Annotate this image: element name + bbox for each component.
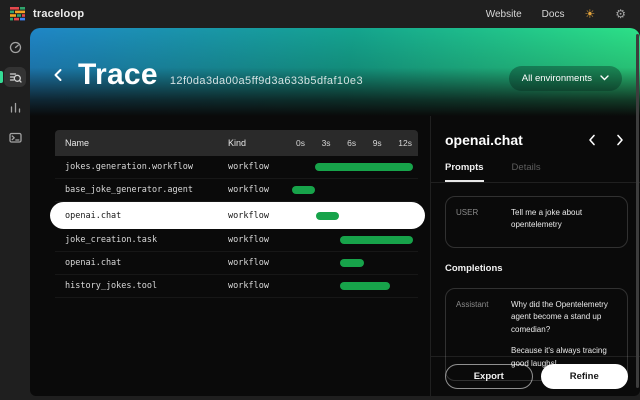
span-name: history_jokes.tool [55,281,228,291]
span-name: openai.chat [55,211,228,221]
environment-selector-label: All environments [522,73,592,84]
tab-prompts[interactable]: Prompts [445,162,484,182]
detail-tabs: Prompts Details [445,162,628,182]
span-kind: workflow [228,235,290,245]
chevron-left-icon [52,67,64,83]
detail-footer: Export Refine [431,356,640,396]
detail-panel: openai.chat Prompts Details USER T [430,116,640,396]
chevron-down-icon [600,75,609,81]
completion-line: Why did the Opentelemetry agent become a… [511,299,617,336]
sun-icon[interactable]: ☀ [584,8,595,20]
export-button[interactable]: Export [445,364,533,389]
span-kind: workflow [228,258,290,268]
next-span-button[interactable] [616,134,624,146]
table-header: Name Kind 0s 3s 6s 9s 12s [55,130,418,156]
table-row[interactable]: base_joke_generator.agent workflow [55,179,418,202]
environment-selector[interactable]: All environments [509,66,622,91]
table-row[interactable]: jokes.generation.workflow workflow [55,156,418,179]
tick-label: 9s [373,138,382,148]
sidebar-item-metrics[interactable] [4,97,26,117]
span-name: joke_creation.task [55,235,228,245]
brand-name: traceloop [33,8,84,20]
main-surface: Trace 12f0da3da00a5ff9d3a633b5dfaf10e3 A… [30,28,640,396]
span-name: openai.chat [55,258,228,268]
back-button[interactable] [52,67,64,83]
span-kind: workflow [228,281,290,291]
scrollbar[interactable] [636,34,639,388]
sidebar-item-traces[interactable] [4,67,26,87]
span-kind: workflow [228,185,290,195]
topbar: traceloop Website Docs ☀ ⚙ [0,0,640,28]
refine-button[interactable]: Refine [541,364,629,389]
table-row[interactable]: history_jokes.tool workflow [55,275,418,298]
docs-link[interactable]: Docs [542,9,565,20]
span-kind: workflow [228,211,290,221]
traceloop-logo-icon [10,7,26,21]
duration-bar [340,259,364,267]
tick-label: 0s [296,138,305,148]
completions-heading: Completions [445,263,628,274]
trace-id: 12f0da3da00a5ff9d3a633b5dfaf10e3 [170,75,363,87]
gauge-icon [9,41,22,54]
detail-title: openai.chat [445,132,523,148]
tick-label: 6s [347,138,356,148]
span-kind: workflow [228,162,290,172]
duration-bar [316,212,339,220]
duration-bar [340,236,413,244]
website-link[interactable]: Website [486,9,522,20]
chevron-right-icon [616,134,624,146]
span-name: jokes.generation.workflow [55,162,228,172]
tab-details[interactable]: Details [512,162,541,182]
span-table: Name Kind 0s 3s 6s 9s 12s jokes.generati… [55,130,418,298]
sidebar [0,28,30,400]
trace-search-icon [9,71,22,84]
tick-label: 3s [322,138,331,148]
span-name: base_joke_generator.agent [55,185,228,195]
tick-label: 12s [398,138,412,148]
chevron-left-icon [588,134,596,146]
brand[interactable]: traceloop [10,7,84,21]
active-indicator [0,71,3,83]
column-header-name: Name [55,138,228,148]
bar-chart-icon [9,101,22,114]
table-row[interactable]: joke_creation.task workflow [55,229,418,252]
message-text: Tell me a joke about opentelemetry [511,207,617,237]
sidebar-item-dashboard[interactable] [4,37,26,57]
duration-bar [340,282,390,290]
gear-icon[interactable]: ⚙ [615,8,626,20]
timeline-axis: 0s 3s 6s 9s 12s [290,130,418,156]
table-row[interactable]: openai.chat workflow [55,252,418,275]
table-row-selected[interactable]: openai.chat workflow [50,202,425,229]
terminal-icon [9,131,22,144]
sidebar-item-console[interactable] [4,127,26,147]
duration-bar [292,186,315,194]
message-role: USER [456,207,511,237]
column-header-kind: Kind [228,138,290,148]
prev-span-button[interactable] [588,134,596,146]
page-title: Trace [78,58,158,92]
prompt-message: USER Tell me a joke about opentelemetry [445,196,628,248]
duration-bar [315,163,413,171]
trace-header: Trace 12f0da3da00a5ff9d3a633b5dfaf10e3 A… [30,28,640,116]
